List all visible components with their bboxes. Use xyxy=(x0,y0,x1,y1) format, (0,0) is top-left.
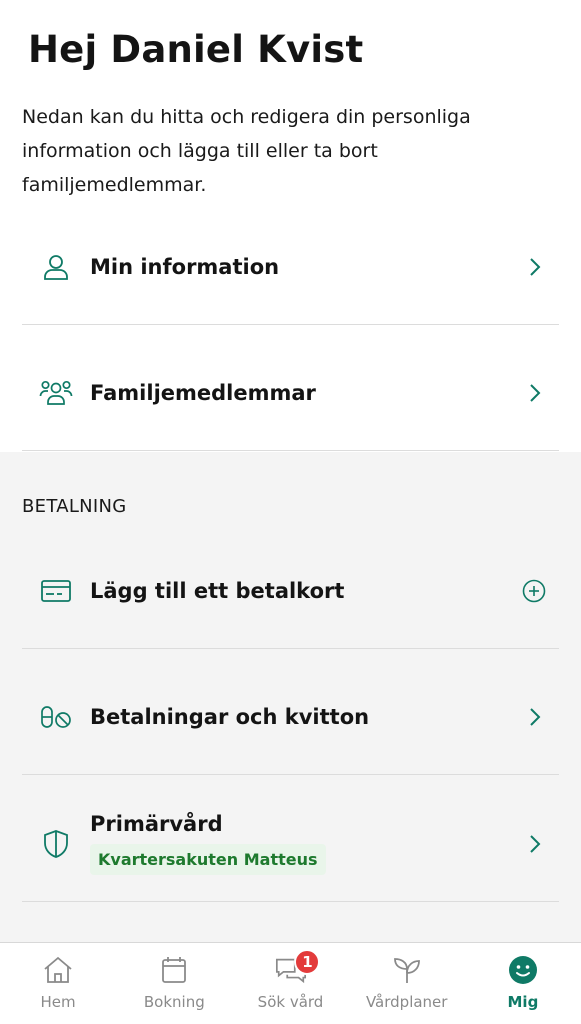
calendar-icon xyxy=(157,953,191,987)
sprout-icon xyxy=(390,953,424,987)
familjemedlemmar-label: Familjemedlemmar xyxy=(90,381,316,405)
tab-mig[interactable]: Mig xyxy=(465,943,581,1024)
primary-care-content: Primärvård Kvartersakuten Matteus xyxy=(90,812,326,875)
page-title: Hej Daniel Kvist xyxy=(28,28,364,71)
primary-care-label: Primärvård xyxy=(90,812,223,836)
notification-badge: 1 xyxy=(294,949,321,975)
chevron-right-icon xyxy=(525,832,545,856)
chevron-right-icon xyxy=(525,255,545,279)
bottom-tab-bar: Hem Bokning 1 Sök vård Vårdplaner Mig xyxy=(0,942,581,1024)
family-icon xyxy=(38,375,74,411)
intro-text: Nedan kan du hitta och redigera din pers… xyxy=(22,106,471,196)
payments-receipts-label: Betalningar och kvitton xyxy=(90,705,370,729)
tab-label: Bokning xyxy=(143,993,205,1011)
credit-card-icon xyxy=(38,573,74,609)
tab-hem[interactable]: Hem xyxy=(0,943,116,1024)
payments-receipts-row[interactable]: Betalningar och kvitton xyxy=(22,660,559,775)
tab-sok-vard[interactable]: 1 Sök vård xyxy=(232,943,348,1024)
primary-care-row[interactable]: Primärvård Kvartersakuten Matteus xyxy=(22,786,559,902)
tab-label: Sök vård xyxy=(257,993,324,1011)
profile-section: Hej Daniel Kvist Nedan kan du hitta och … xyxy=(0,0,581,452)
chevron-right-icon xyxy=(525,705,545,729)
familjemedlemmar-row[interactable]: Familjemedlemmar xyxy=(22,336,559,451)
payment-section-title: BETALNING xyxy=(22,496,127,517)
tab-label: Hem xyxy=(40,993,76,1011)
tab-label: Vårdplaner xyxy=(365,993,448,1011)
min-information-label: Min information xyxy=(90,255,280,279)
add-circle-icon[interactable] xyxy=(521,578,547,604)
clinic-badge: Kvartersakuten Matteus xyxy=(90,844,326,875)
tab-label: Mig xyxy=(507,993,539,1011)
tab-vardplaner[interactable]: Vårdplaner xyxy=(349,943,465,1024)
shield-icon xyxy=(38,826,74,862)
min-information-row[interactable]: Min information xyxy=(22,210,559,325)
home-icon xyxy=(41,953,75,987)
pills-icon xyxy=(38,699,74,735)
tab-bokning[interactable]: Bokning xyxy=(116,943,232,1024)
chevron-right-icon xyxy=(525,381,545,405)
smiley-icon xyxy=(506,953,540,987)
person-icon xyxy=(38,249,74,285)
add-payment-card-row[interactable]: Lägg till ett betalkort xyxy=(22,534,559,649)
add-payment-card-label: Lägg till ett betalkort xyxy=(90,579,345,603)
